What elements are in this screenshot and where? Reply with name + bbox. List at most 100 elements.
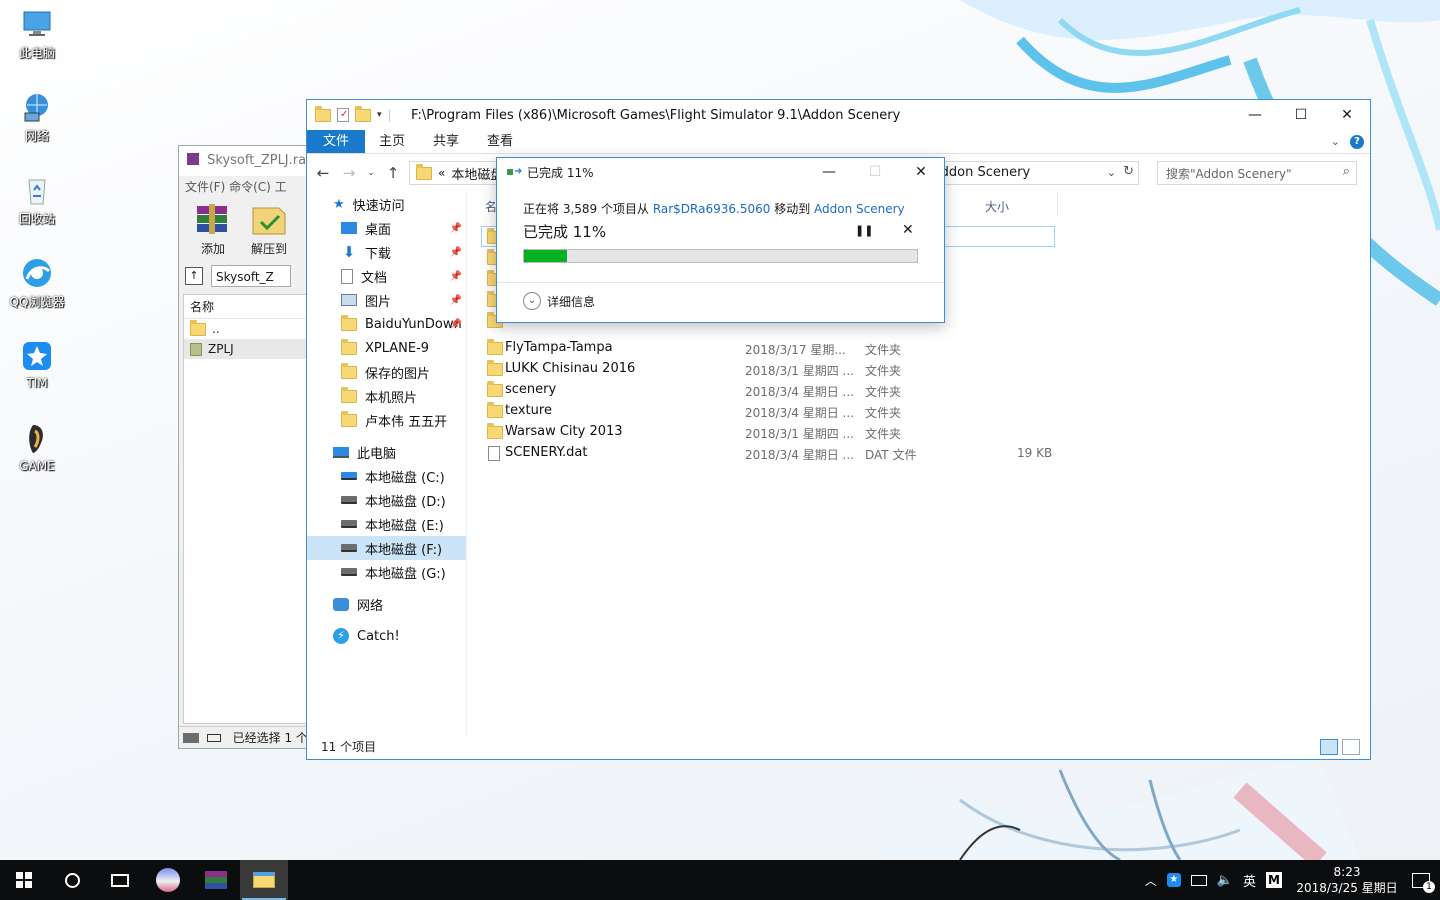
file-row[interactable]: scenery 2018/3/4 星期日 ... 文件夹	[481, 380, 1061, 401]
taskbar-app-browser[interactable]	[144, 860, 192, 900]
volume-icon[interactable]: 🔈	[1217, 873, 1233, 888]
dialog-close-button[interactable]: ✕	[898, 164, 944, 180]
ime-indicator[interactable]: 英	[1243, 871, 1256, 890]
nav-drive-e[interactable]: 本地磁盘 (E:)	[307, 512, 466, 536]
navigation-pane[interactable]: ★ 快速访问 桌面 📌 ⬇ 下载 📌 文档 📌 图片 📌 BaiduYunDow…	[307, 192, 467, 738]
nav-item-desktop[interactable]: 桌面 📌	[307, 216, 466, 240]
ribbon-tabs: 文件 主页 共享 查看 ⌄ ?	[307, 130, 1370, 154]
winrar-menubar[interactable]: 文件(F) 命令(C) 工	[179, 176, 317, 198]
list-item[interactable]: ..	[184, 319, 318, 339]
file-row[interactable]: SCENERY.dat 2018/3/4 星期日 ... DAT 文件 19 K…	[481, 443, 1061, 464]
forward-button[interactable]: →	[339, 164, 359, 182]
nav-catch[interactable]: ⚡ Catch!	[307, 624, 466, 648]
help-icon[interactable]: ?	[1350, 134, 1364, 149]
maximize-button[interactable]: ☐	[1278, 100, 1324, 130]
column-size-header[interactable]: 大小	[985, 198, 1009, 215]
more-details-button[interactable]: ⌄ 详细信息	[523, 292, 595, 310]
desktop-icon-qq-browser[interactable]: QQ浏览器	[8, 257, 66, 310]
cancel-button[interactable]: ✕	[902, 222, 914, 238]
tab-share[interactable]: 共享	[419, 130, 473, 153]
dialog-maximize-button: ☐	[868, 164, 882, 180]
up-folder-icon[interactable]: ↑	[185, 267, 203, 285]
nav-item-lbw[interactable]: 卢本伟 五五开	[307, 408, 466, 432]
catch-icon: ⚡	[333, 628, 349, 644]
nav-item-downloads[interactable]: ⬇ 下载 📌	[307, 240, 466, 264]
file-name: scenery	[505, 382, 557, 397]
task-view-button[interactable]	[96, 860, 144, 900]
nav-label: 本地磁盘 (D:)	[365, 494, 446, 510]
expand-ribbon-icon[interactable]: ⌄	[1331, 135, 1340, 148]
file-row[interactable]: FlyTampa-Tampa 2018/3/17 星期... 文件夹	[481, 338, 1061, 359]
clock-date: 2018/3/25 星期日	[1296, 881, 1398, 895]
add-button[interactable]: 添加	[189, 202, 237, 262]
back-button[interactable]: ←	[313, 164, 333, 182]
source-link[interactable]: Rar$DRa6936.5060	[653, 202, 771, 216]
tab-file[interactable]: 文件	[307, 130, 366, 153]
taskbar-app-explorer[interactable]	[240, 860, 288, 900]
close-button[interactable]: ✕	[1324, 100, 1370, 130]
desktop-icon-recycle-bin[interactable]: 回收站	[8, 174, 66, 227]
search-button[interactable]	[48, 860, 96, 900]
list-item[interactable]: ZPLJ	[184, 339, 318, 359]
up-button[interactable]: ↑	[383, 164, 403, 182]
search-input[interactable]: 搜索"Addon Scenery"	[1166, 165, 1292, 182]
tab-home[interactable]: 主页	[365, 130, 419, 153]
nav-drive-g[interactable]: 本地磁盘 (G:)	[307, 560, 466, 584]
start-button[interactable]	[0, 860, 48, 900]
action-center-button[interactable]: 1	[1412, 872, 1435, 893]
network-tray-icon[interactable]	[1190, 874, 1207, 886]
nav-item-saved-pictures[interactable]: 保存的图片	[307, 360, 466, 384]
file-date: 2018/3/4 星期日 ...	[745, 385, 854, 399]
taskbar-app-winrar[interactable]	[192, 860, 240, 900]
desktop-icon-this-pc[interactable]: 此电脑	[8, 8, 66, 61]
nav-item-xplane[interactable]: XPLANE-9	[307, 336, 466, 360]
file-row[interactable]: Warsaw City 2013 2018/3/1 星期四 ... 文件夹	[481, 422, 1061, 443]
pause-button[interactable]: ❚❚	[855, 224, 873, 237]
file-row[interactable]: texture 2018/3/4 星期日 ... 文件夹	[481, 401, 1061, 422]
destination-link[interactable]: Addon Scenery	[814, 202, 905, 216]
desktop-icon-network[interactable]: 网络	[8, 91, 66, 144]
nav-item-baiduyundown[interactable]: BaiduYunDown 📌	[307, 312, 466, 336]
winrar-window[interactable]: Skysoft_ZPLJ.rar 文件(F) 命令(C) 工 添加 解压到 ↑ …	[178, 145, 319, 749]
nav-network[interactable]: 网络	[307, 592, 466, 616]
nav-drive-d[interactable]: 本地磁盘 (D:)	[307, 488, 466, 512]
tim-icon	[21, 340, 53, 372]
nav-drive-f[interactable]: 本地磁盘 (F:)	[307, 536, 466, 560]
browser-icon	[156, 868, 180, 892]
desktop-icon-game[interactable]: GAME	[8, 423, 66, 473]
customize-qa-icon[interactable]: ▾	[377, 110, 382, 120]
details-view-button[interactable]	[1320, 739, 1338, 755]
move-progress-dialog[interactable]: ➜ 已完成 11% — ☐ ✕ 正在将 3,589 个项目从 Rar$DRa69…	[496, 157, 945, 323]
winrar-path-field[interactable]: Skysoft_Z	[211, 265, 291, 287]
nav-item-camera-roll[interactable]: 本机照片	[307, 384, 466, 408]
dialog-minimize-button[interactable]: —	[806, 164, 852, 180]
tab-view[interactable]: 查看	[473, 130, 527, 153]
search-box[interactable]: 搜索"Addon Scenery" ⌕	[1157, 161, 1357, 185]
nav-item-documents[interactable]: 文档 📌	[307, 264, 466, 288]
ime-mode-icon[interactable]: M	[1266, 872, 1282, 888]
winrar-title-text: Skysoft_ZPLJ.rar	[207, 153, 312, 168]
search-icon: ⌕	[1342, 164, 1350, 179]
extract-to-button[interactable]: 解压到	[245, 202, 293, 262]
file-row[interactable]: LUKK Chisinau 2016 2018/3/1 星期四 ... 文件夹	[481, 359, 1061, 380]
nav-this-pc[interactable]: 此电脑	[307, 440, 466, 464]
show-hidden-icons-icon[interactable]: ︿	[1145, 872, 1157, 889]
address-segment-current[interactable]: Addon Scenery	[932, 165, 1030, 180]
winrar-file-list[interactable]: 名称 .. ZPLJ	[183, 294, 319, 724]
clock[interactable]: 8:23 2018/3/25 星期日	[1292, 864, 1402, 896]
nav-drive-c[interactable]: 本地磁盘 (C:)	[307, 464, 466, 488]
address-overflow[interactable]: «	[438, 166, 445, 180]
refresh-icon[interactable]: ↻	[1123, 164, 1134, 179]
column-name-header[interactable]: 名称	[184, 295, 318, 319]
minimize-button[interactable]: —	[1232, 100, 1278, 130]
recent-locations-button[interactable]: ⌄	[365, 168, 377, 178]
large-icons-view-button[interactable]	[1342, 739, 1360, 755]
nav-label: 文档	[361, 270, 388, 286]
tim-tray-icon[interactable]: ★	[1166, 873, 1181, 887]
properties-icon[interactable]: ✓	[337, 108, 349, 122]
nav-item-pictures[interactable]: 图片 📌	[307, 288, 466, 312]
desktop-icon-tim[interactable]: TIM	[8, 340, 66, 390]
address-dropdown-icon[interactable]: ⌄	[1107, 166, 1116, 179]
new-folder-icon[interactable]	[355, 105, 371, 122]
nav-quick-access[interactable]: ★ 快速访问	[307, 192, 466, 216]
